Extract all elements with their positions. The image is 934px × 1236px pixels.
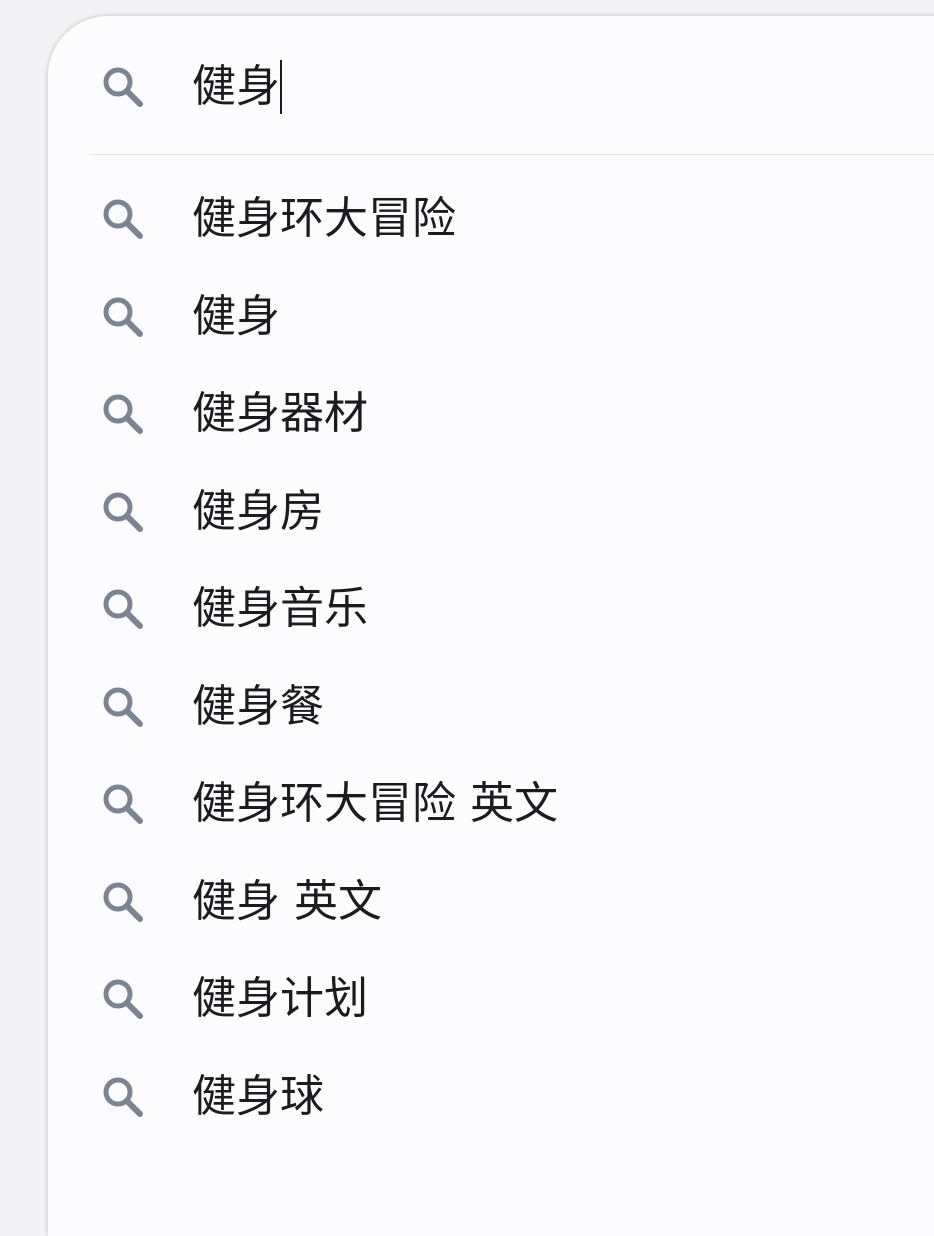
suggestion-label: 健身音乐	[192, 583, 368, 634]
search-icon	[100, 781, 146, 827]
suggestion-item[interactable]: 健身房	[48, 463, 934, 561]
search-icon	[100, 684, 146, 730]
search-icon	[100, 64, 146, 110]
suggestion-label: 健身球	[192, 1070, 324, 1122]
search-icon	[100, 586, 146, 632]
search-query-text: 健身	[192, 61, 280, 112]
suggestion-item[interactable]: 健身 英文	[48, 853, 934, 951]
search-icon	[100, 294, 146, 340]
suggestion-item[interactable]: 健身餐	[48, 658, 934, 756]
suggestion-item[interactable]: 健身环大冒险 英文	[48, 755, 934, 853]
suggestion-label: 健身餐	[192, 680, 324, 732]
divider	[90, 154, 934, 155]
suggestion-item[interactable]: 健身球	[48, 1048, 934, 1146]
suggestion-label: 健身器材	[192, 388, 368, 439]
suggestion-item[interactable]: 健身环大冒险	[48, 170, 934, 268]
suggestion-label: 健身环大冒险 英文	[192, 778, 558, 829]
suggestion-item[interactable]: 健身器材	[48, 365, 934, 463]
suggestion-label: 健身	[192, 290, 280, 342]
search-icon	[100, 196, 146, 242]
search-icon	[100, 1074, 146, 1120]
suggestion-item[interactable]: 健身计划	[48, 950, 934, 1048]
search-icon	[100, 391, 146, 437]
search-input[interactable]: 健身	[192, 59, 282, 115]
suggestion-item[interactable]: 健身	[48, 268, 934, 366]
search-icon	[100, 489, 146, 535]
suggestion-label: 健身环大冒险	[192, 193, 456, 244]
search-panel: 健身 健身环大冒险 健身 健身器材 健身房 健身音乐 健身餐 健身环大冒险 英文…	[48, 16, 934, 1236]
suggestion-label: 健身计划	[192, 973, 368, 1024]
suggestion-label: 健身 英文	[192, 875, 382, 927]
suggestion-label: 健身房	[192, 485, 324, 537]
search-icon	[100, 879, 146, 925]
search-icon	[100, 976, 146, 1022]
suggestion-item[interactable]: 健身音乐	[48, 560, 934, 658]
suggestion-list: 健身环大冒险 健身 健身器材 健身房 健身音乐 健身餐 健身环大冒险 英文 健身…	[48, 170, 934, 1145]
search-box[interactable]: 健身	[48, 16, 934, 156]
text-cursor	[280, 60, 282, 114]
